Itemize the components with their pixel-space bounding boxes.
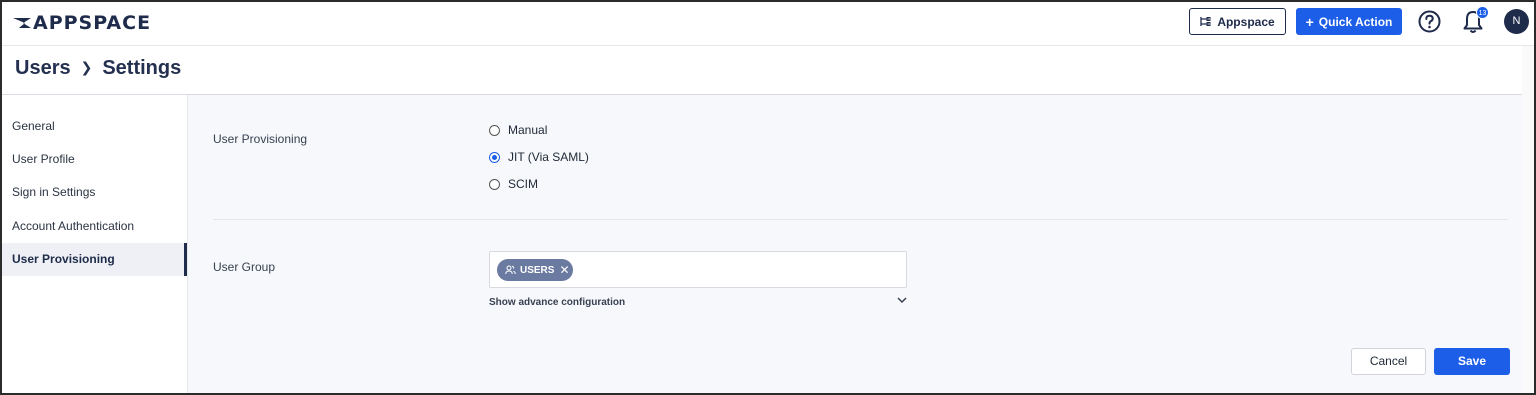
remove-chip-close-icon[interactable]: ✕ [559, 263, 569, 277]
notification-count-badge: 13 [1476, 6, 1489, 19]
sidebar-item-sign-in-settings[interactable]: Sign in Settings [2, 176, 187, 209]
radio-button[interactable] [489, 124, 500, 136]
chevron-down-icon[interactable] [896, 295, 908, 305]
sidebar-item-general[interactable]: General [2, 110, 187, 143]
show-advance-configuration-link[interactable]: Show advance configuration [489, 297, 625, 308]
appspace-button-label: Appspace [1217, 14, 1275, 29]
cancel-button[interactable]: Cancel [1351, 348, 1426, 375]
user-provisioning-label: User Provisioning [213, 132, 308, 146]
breadcrumb-chevron-icon: ❯ [80, 59, 93, 75]
settings-sidebar: General User Profile Sign in Settings Ac… [2, 95, 188, 393]
radio-jit-label: JIT (Via SAML) [508, 150, 589, 164]
radio-button[interactable] [489, 178, 500, 190]
sidebar-item-user-profile[interactable]: User Profile [2, 143, 187, 176]
plus-icon: + [1305, 13, 1314, 30]
save-button[interactable]: Save [1434, 348, 1510, 375]
top-bar: APPSPACE Appspace + Quick Action 13 N [2, 2, 1534, 46]
vertical-scrollbar[interactable] [1522, 46, 1534, 393]
logo-text: APPSPACE [33, 12, 152, 34]
breadcrumb-settings: Settings [102, 57, 182, 79]
users-group-icon [505, 265, 516, 275]
radio-scim-label: SCIM [508, 177, 538, 191]
radio-manual-label: Manual [508, 123, 548, 137]
appspace-button[interactable]: Appspace [1189, 8, 1286, 35]
section-divider [213, 219, 1508, 220]
sitemap-icon [1200, 17, 1211, 26]
radio-manual[interactable]: Manual [489, 123, 547, 137]
radio-button-selected[interactable] [489, 151, 500, 163]
breadcrumb-users[interactable]: Users [15, 57, 71, 80]
appspace-logo[interactable]: APPSPACE [12, 10, 151, 36]
logo-mark-icon [13, 18, 31, 28]
radio-scim[interactable]: SCIM [489, 177, 538, 191]
user-group-input[interactable]: USERS ✕ [489, 251, 907, 288]
help-icon[interactable] [1418, 10, 1441, 33]
user-avatar[interactable]: N [1504, 9, 1529, 34]
user-group-chip: USERS ✕ [497, 259, 573, 281]
user-group-label: User Group [213, 260, 276, 274]
user-group-chip-label: USERS [520, 264, 555, 276]
quick-action-label: Quick Action [1318, 14, 1393, 29]
page-header: Users ❯ Settings [2, 46, 1534, 95]
sidebar-item-account-authentication[interactable]: Account Authentication [2, 210, 187, 243]
breadcrumb: Users ❯ Settings [15, 57, 181, 80]
sidebar-item-user-provisioning[interactable]: User Provisioning [2, 243, 187, 276]
quick-action-button[interactable]: + Quick Action [1296, 8, 1402, 35]
app-window: APPSPACE Appspace + Quick Action 13 N Us… [0, 0, 1536, 395]
radio-jit-via-saml[interactable]: JIT (Via SAML) [489, 150, 589, 164]
settings-content: User Provisioning Manual JIT (Via SAML) … [188, 95, 1534, 393]
